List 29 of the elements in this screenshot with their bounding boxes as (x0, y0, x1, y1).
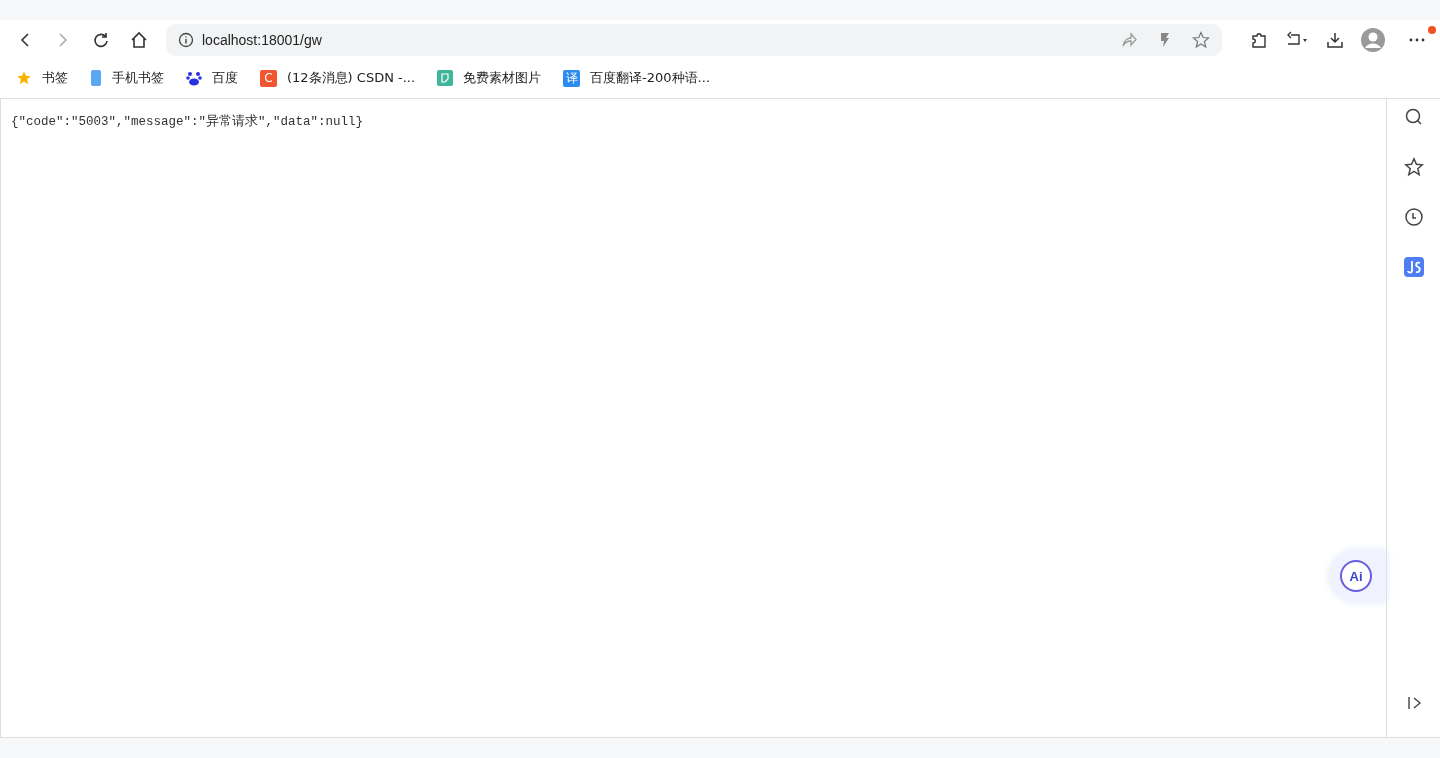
expand-sidebar-icon[interactable] (1405, 695, 1422, 711)
download-icon (1326, 31, 1344, 49)
bookmark-link[interactable]: C (12条消息) CSDN -... (260, 69, 416, 87)
url-text: localhost:18001/gw (202, 32, 322, 48)
reload-icon (92, 31, 110, 49)
info-icon (178, 32, 194, 48)
home-icon (130, 31, 148, 49)
puzzle-icon (1250, 31, 1268, 49)
paw-icon (186, 70, 202, 86)
star-icon (16, 70, 32, 86)
clock-icon[interactable] (1403, 207, 1424, 227)
avatar-icon (1360, 27, 1386, 53)
share-icon[interactable] (1120, 31, 1138, 49)
bookmark-link[interactable]: 免费素材图片 (437, 69, 542, 87)
address-bar[interactable]: localhost:18001/gw (166, 24, 1222, 56)
json-response-text: {"code":"5003","message":"异常请求","data":null} (10, 113, 365, 131)
favicon: 译 (563, 69, 581, 87)
app-icon[interactable] (1403, 257, 1424, 277)
star-icon[interactable] (1192, 31, 1210, 49)
more-icon (1409, 38, 1425, 42)
search-icon[interactable] (1403, 107, 1424, 127)
bookmark-link[interactable]: 手机书签 (90, 69, 164, 87)
bookmark-link[interactable]: 书签 (16, 69, 68, 87)
bookmark-link[interactable]: 译 百度翻译-200种语... (563, 69, 710, 87)
bookmark-link[interactable]: 百度 (186, 69, 238, 87)
ai-assistant-button[interactable]: Ai (1330, 551, 1386, 601)
star-icon[interactable] (1403, 157, 1424, 177)
favicon: C (260, 69, 277, 87)
phone-icon (90, 70, 102, 86)
